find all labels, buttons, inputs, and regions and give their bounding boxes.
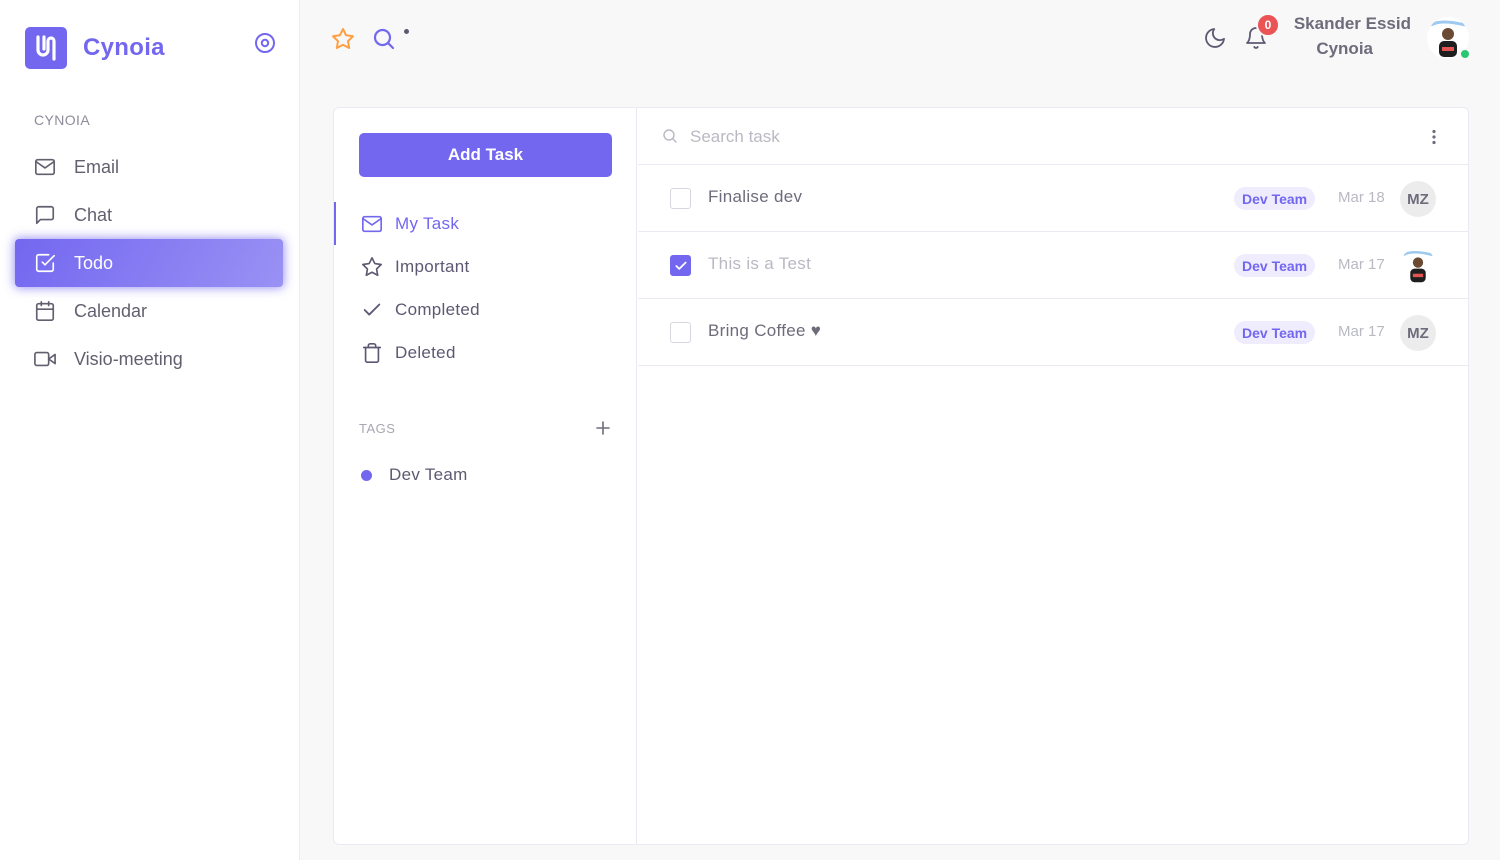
checkmark-icon bbox=[674, 261, 687, 270]
online-status-dot bbox=[1459, 48, 1471, 60]
video-icon bbox=[34, 348, 56, 370]
todo-sidebar: Add Task My Task Important Completed Del… bbox=[334, 108, 637, 844]
collapse-toggle-icon[interactable] bbox=[254, 32, 276, 54]
sidebar-item-calendar[interactable]: Calendar bbox=[15, 287, 283, 335]
assignee-avatar: MZ bbox=[1400, 181, 1436, 217]
avatar-image bbox=[1400, 248, 1436, 284]
task-checkbox[interactable] bbox=[670, 255, 691, 276]
more-vertical-icon[interactable] bbox=[1425, 128, 1443, 146]
calendar-icon bbox=[34, 300, 56, 322]
task-list-pane: Finalise dev Dev Team Mar 18 MZ This is … bbox=[638, 108, 1468, 844]
task-checkbox[interactable] bbox=[670, 188, 691, 209]
filter-completed[interactable]: Completed bbox=[334, 288, 637, 331]
sidebar-section-label: CYNOIA bbox=[34, 112, 91, 128]
sidebar-item-visio-meeting[interactable]: Visio-meeting bbox=[15, 335, 283, 383]
moon-icon[interactable] bbox=[1203, 26, 1227, 50]
sidebar-item-label: Visio-meeting bbox=[74, 348, 183, 369]
brand-name: Cynoia bbox=[83, 34, 165, 61]
assignee-avatar: MZ bbox=[1400, 315, 1436, 351]
task-row[interactable]: This is a Test Dev Team Mar 17 bbox=[638, 232, 1468, 299]
filter-label: Deleted bbox=[395, 342, 456, 362]
task-tag-badge: Dev Team bbox=[1234, 321, 1316, 344]
filter-label: Completed bbox=[395, 299, 480, 319]
search-icon[interactable] bbox=[372, 27, 396, 51]
trash-icon bbox=[361, 342, 383, 364]
filter-label: Important bbox=[395, 256, 470, 276]
task-title: Finalise dev bbox=[708, 187, 803, 206]
tag-color-dot bbox=[361, 469, 372, 481]
brand-logo bbox=[25, 27, 67, 69]
task-checkbox[interactable] bbox=[670, 322, 691, 343]
sidebar: Cynoia CYNOIA Email Chat Todo Calendar V… bbox=[0, 0, 300, 860]
sidebar-item-label: Calendar bbox=[74, 300, 148, 321]
task-title: This is a Test bbox=[708, 254, 812, 273]
star-icon bbox=[361, 256, 383, 278]
task-date: Mar 17 bbox=[1338, 256, 1385, 273]
task-tag-badge: Dev Team bbox=[1234, 187, 1316, 210]
filter-important[interactable]: Important bbox=[334, 245, 637, 288]
brand[interactable]: Cynoia bbox=[25, 27, 165, 69]
assignee-avatar bbox=[1400, 248, 1436, 284]
task-row[interactable]: Finalise dev Dev Team Mar 18 MZ bbox=[638, 165, 1468, 232]
mail-icon bbox=[361, 213, 383, 235]
check-icon bbox=[361, 299, 383, 321]
bookmark-star-icon[interactable] bbox=[331, 27, 355, 51]
task-row[interactable]: Bring Coffee ♥ Dev Team Mar 17 MZ bbox=[638, 299, 1468, 366]
sidebar-item-email[interactable]: Email bbox=[15, 143, 283, 191]
filter-deleted[interactable]: Deleted bbox=[334, 331, 637, 374]
sidebar-nav: Email Chat Todo Calendar Visio-meeting bbox=[15, 143, 283, 383]
tag-item-dev-team[interactable]: Dev Team bbox=[359, 461, 468, 489]
task-search-input[interactable] bbox=[690, 120, 1390, 154]
todo-app-card: Add Task My Task Important Completed Del… bbox=[333, 107, 1469, 845]
filter-label: My Task bbox=[395, 213, 460, 233]
sidebar-item-todo[interactable]: Todo bbox=[15, 239, 283, 287]
task-search-bar bbox=[638, 108, 1468, 165]
mail-icon bbox=[34, 156, 56, 178]
task-date: Mar 17 bbox=[1338, 323, 1385, 340]
message-square-icon bbox=[34, 204, 56, 226]
check-square-icon bbox=[34, 252, 56, 274]
todo-filters: My Task Important Completed Deleted bbox=[334, 202, 637, 374]
user-name[interactable]: Skander Essid bbox=[1294, 14, 1411, 34]
status-dot bbox=[404, 29, 409, 34]
logo-icon bbox=[36, 35, 56, 61]
sidebar-item-chat[interactable]: Chat bbox=[15, 191, 283, 239]
add-task-button[interactable]: Add Task bbox=[359, 133, 612, 177]
topbar: 0 Skander Essid Cynoia bbox=[300, 0, 1500, 80]
tag-label: Dev Team bbox=[389, 465, 468, 484]
user-org: Cynoia bbox=[1316, 39, 1373, 58]
sidebar-item-label: Todo bbox=[74, 252, 114, 273]
add-tag-plus-icon[interactable] bbox=[595, 420, 611, 436]
filter-my-task[interactable]: My Task bbox=[334, 202, 637, 245]
task-title: Bring Coffee ♥ bbox=[708, 321, 822, 340]
task-tag-badge: Dev Team bbox=[1234, 254, 1316, 277]
notification-badge: 0 bbox=[1256, 13, 1280, 37]
search-icon bbox=[663, 129, 677, 143]
sidebar-item-label: Email bbox=[74, 156, 120, 177]
task-date: Mar 18 bbox=[1338, 189, 1385, 206]
tags-heading: TAGS bbox=[359, 421, 396, 436]
sidebar-item-label: Chat bbox=[74, 204, 113, 225]
